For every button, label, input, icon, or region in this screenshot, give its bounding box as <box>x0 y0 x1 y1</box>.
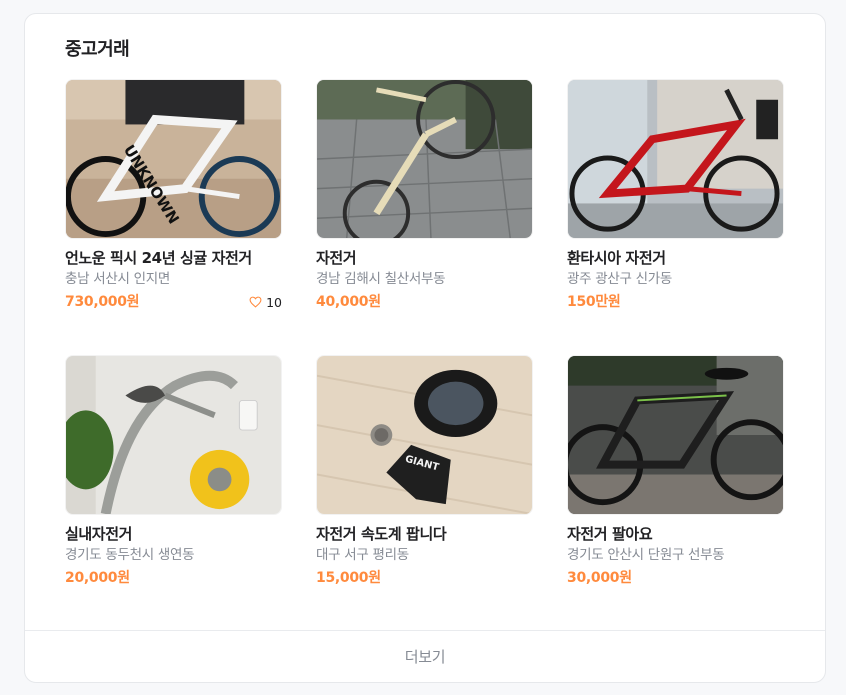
used-goods-section: 중고거래 UNKNOWN 언노운 픽시 24년 싱귤 자전거 충남 서산시 인지… <box>24 13 826 683</box>
item-region: 충남 서산시 인지면 <box>65 271 170 287</box>
item-region: 대구 서구 평리동 <box>316 547 409 563</box>
more-button[interactable]: 더보기 <box>25 630 825 682</box>
item-thumbnail <box>316 79 533 239</box>
item-price: 730,000원 <box>65 294 140 310</box>
item-region: 경기도 안산시 단원구 선부동 <box>567 547 725 563</box>
item-title: 언노운 픽시 24년 싱귤 자전거 <box>65 249 252 267</box>
item-price: 20,000원 <box>65 570 130 586</box>
item-price: 40,000원 <box>316 294 381 310</box>
item-thumbnail: GIANT <box>316 355 533 515</box>
item-thumbnail <box>567 355 784 515</box>
item-title: 자전거 <box>316 249 357 267</box>
item-region: 광주 광산구 신가동 <box>567 271 672 287</box>
heart-icon <box>249 296 262 308</box>
item-title: 환타시아 자전거 <box>567 249 666 267</box>
item-price: 150만원 <box>567 294 621 310</box>
item-region: 경기도 동두천시 생연동 <box>65 547 195 563</box>
item-card[interactable]: 실내자전거 경기도 동두천시 생연동 20,000원 <box>65 355 282 605</box>
like-count-value: 10 <box>266 294 282 310</box>
item-title: 실내자전거 <box>65 525 133 543</box>
item-thumbnail <box>567 79 784 239</box>
item-price: 15,000원 <box>316 570 381 586</box>
item-card[interactable]: GIANT 자전거 속도계 팝니다 대구 서구 평리동 15,000원 <box>316 355 533 605</box>
item-thumbnail <box>65 355 282 515</box>
item-title: 자전거 속도계 팝니다 <box>316 525 447 543</box>
item-title: 자전거 팔아요 <box>567 525 653 543</box>
item-price: 30,000원 <box>567 570 632 586</box>
item-region: 경남 김해시 칠산서부동 <box>316 271 446 287</box>
item-card[interactable]: 환타시아 자전거 광주 광산구 신가동 150만원 <box>567 79 784 329</box>
item-card[interactable]: UNKNOWN 언노운 픽시 24년 싱귤 자전거 충남 서산시 인지면 730… <box>65 79 282 329</box>
section-title: 중고거래 <box>65 39 130 60</box>
item-thumbnail: UNKNOWN <box>65 79 282 239</box>
like-count: 10 <box>249 295 282 310</box>
item-card[interactable]: 자전거 팔아요 경기도 안산시 단원구 선부동 30,000원 <box>567 355 784 605</box>
item-card[interactable]: 자전거 경남 김해시 칠산서부동 40,000원 <box>316 79 533 329</box>
